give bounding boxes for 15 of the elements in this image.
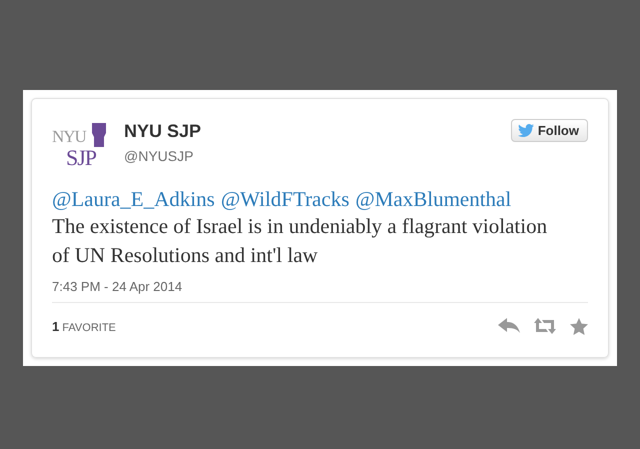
favorite-count: 1 FAVORITE [52, 318, 117, 334]
retweet-icon[interactable] [534, 318, 556, 334]
timestamp: 7:43 PM - 24 Apr 2014 [52, 278, 588, 302]
account-name: NYU SJP [124, 120, 202, 142]
mention-link[interactable]: @MaxBlumenthal [355, 186, 512, 212]
follow-button[interactable]: Follow [510, 118, 588, 142]
logo-text: NYU [52, 126, 86, 146]
account-handle: @NYUSJP [124, 148, 194, 164]
mention-link[interactable]: @WildFTracks [220, 186, 350, 212]
mention-link[interactable]: @Laura_E_Adkins [52, 186, 215, 212]
favorite-icon[interactable] [570, 318, 588, 334]
tweet-text: The existence of Israel is in undeniably a flagrant violation of UN Resolutions and int'l law [52, 212, 548, 268]
bird-icon [518, 124, 534, 136]
logo-text: SJP [66, 144, 96, 170]
reply-icon[interactable] [498, 318, 520, 334]
